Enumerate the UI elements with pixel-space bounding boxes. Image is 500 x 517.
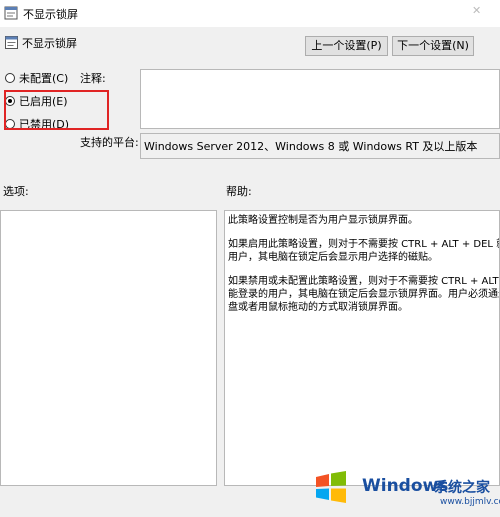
radio-label: 未配置(C) xyxy=(19,72,69,85)
supported-platform-label: 支持的平台: xyxy=(80,136,139,149)
help-label: 帮助: xyxy=(226,185,252,198)
close-button[interactable]: ✕ xyxy=(472,4,481,17)
comment-label: 注释: xyxy=(80,72,106,85)
watermark-site-name: 系统之家 xyxy=(434,480,490,496)
next-setting-button[interactable]: 下一个设置(N) xyxy=(392,36,474,56)
policy-title: 不显示锁屏 xyxy=(22,37,77,50)
radio-button[interactable] xyxy=(5,73,15,83)
options-label: 选项: xyxy=(3,185,29,198)
previous-setting-button[interactable]: 上一个设置(P) xyxy=(305,36,388,56)
help-panel[interactable]: 此策略设置控制是否为用户显示锁屏界面。 如果启用此策略设置，则对于不需要按 CT… xyxy=(224,210,500,486)
highlight-box xyxy=(4,90,109,130)
supported-platform-field: Windows Server 2012、Windows 8 或 Windows … xyxy=(140,133,500,159)
policy-settings-icon xyxy=(5,36,18,49)
policy-settings-icon xyxy=(4,6,18,20)
help-paragraph: 如果禁用或未配置此策略设置，则对于不需要按 CTRL + ALT + 能登录的用… xyxy=(228,276,500,313)
watermark-url: www.bjjmlv.com xyxy=(440,497,500,507)
radio-not-configured[interactable]: 未配置(C) xyxy=(5,70,68,86)
options-panel xyxy=(0,210,217,486)
help-paragraph: 如果启用此策略设置，则对于不需要按 CTRL + ALT + DEL 就 用户，… xyxy=(228,239,499,263)
help-paragraph: 此策略设置控制是否为用户显示锁屏界面。 xyxy=(228,215,418,226)
comment-field[interactable] xyxy=(140,69,500,129)
windows-logo-icon xyxy=(316,471,346,503)
window-title: 不显示锁屏 xyxy=(23,8,78,21)
